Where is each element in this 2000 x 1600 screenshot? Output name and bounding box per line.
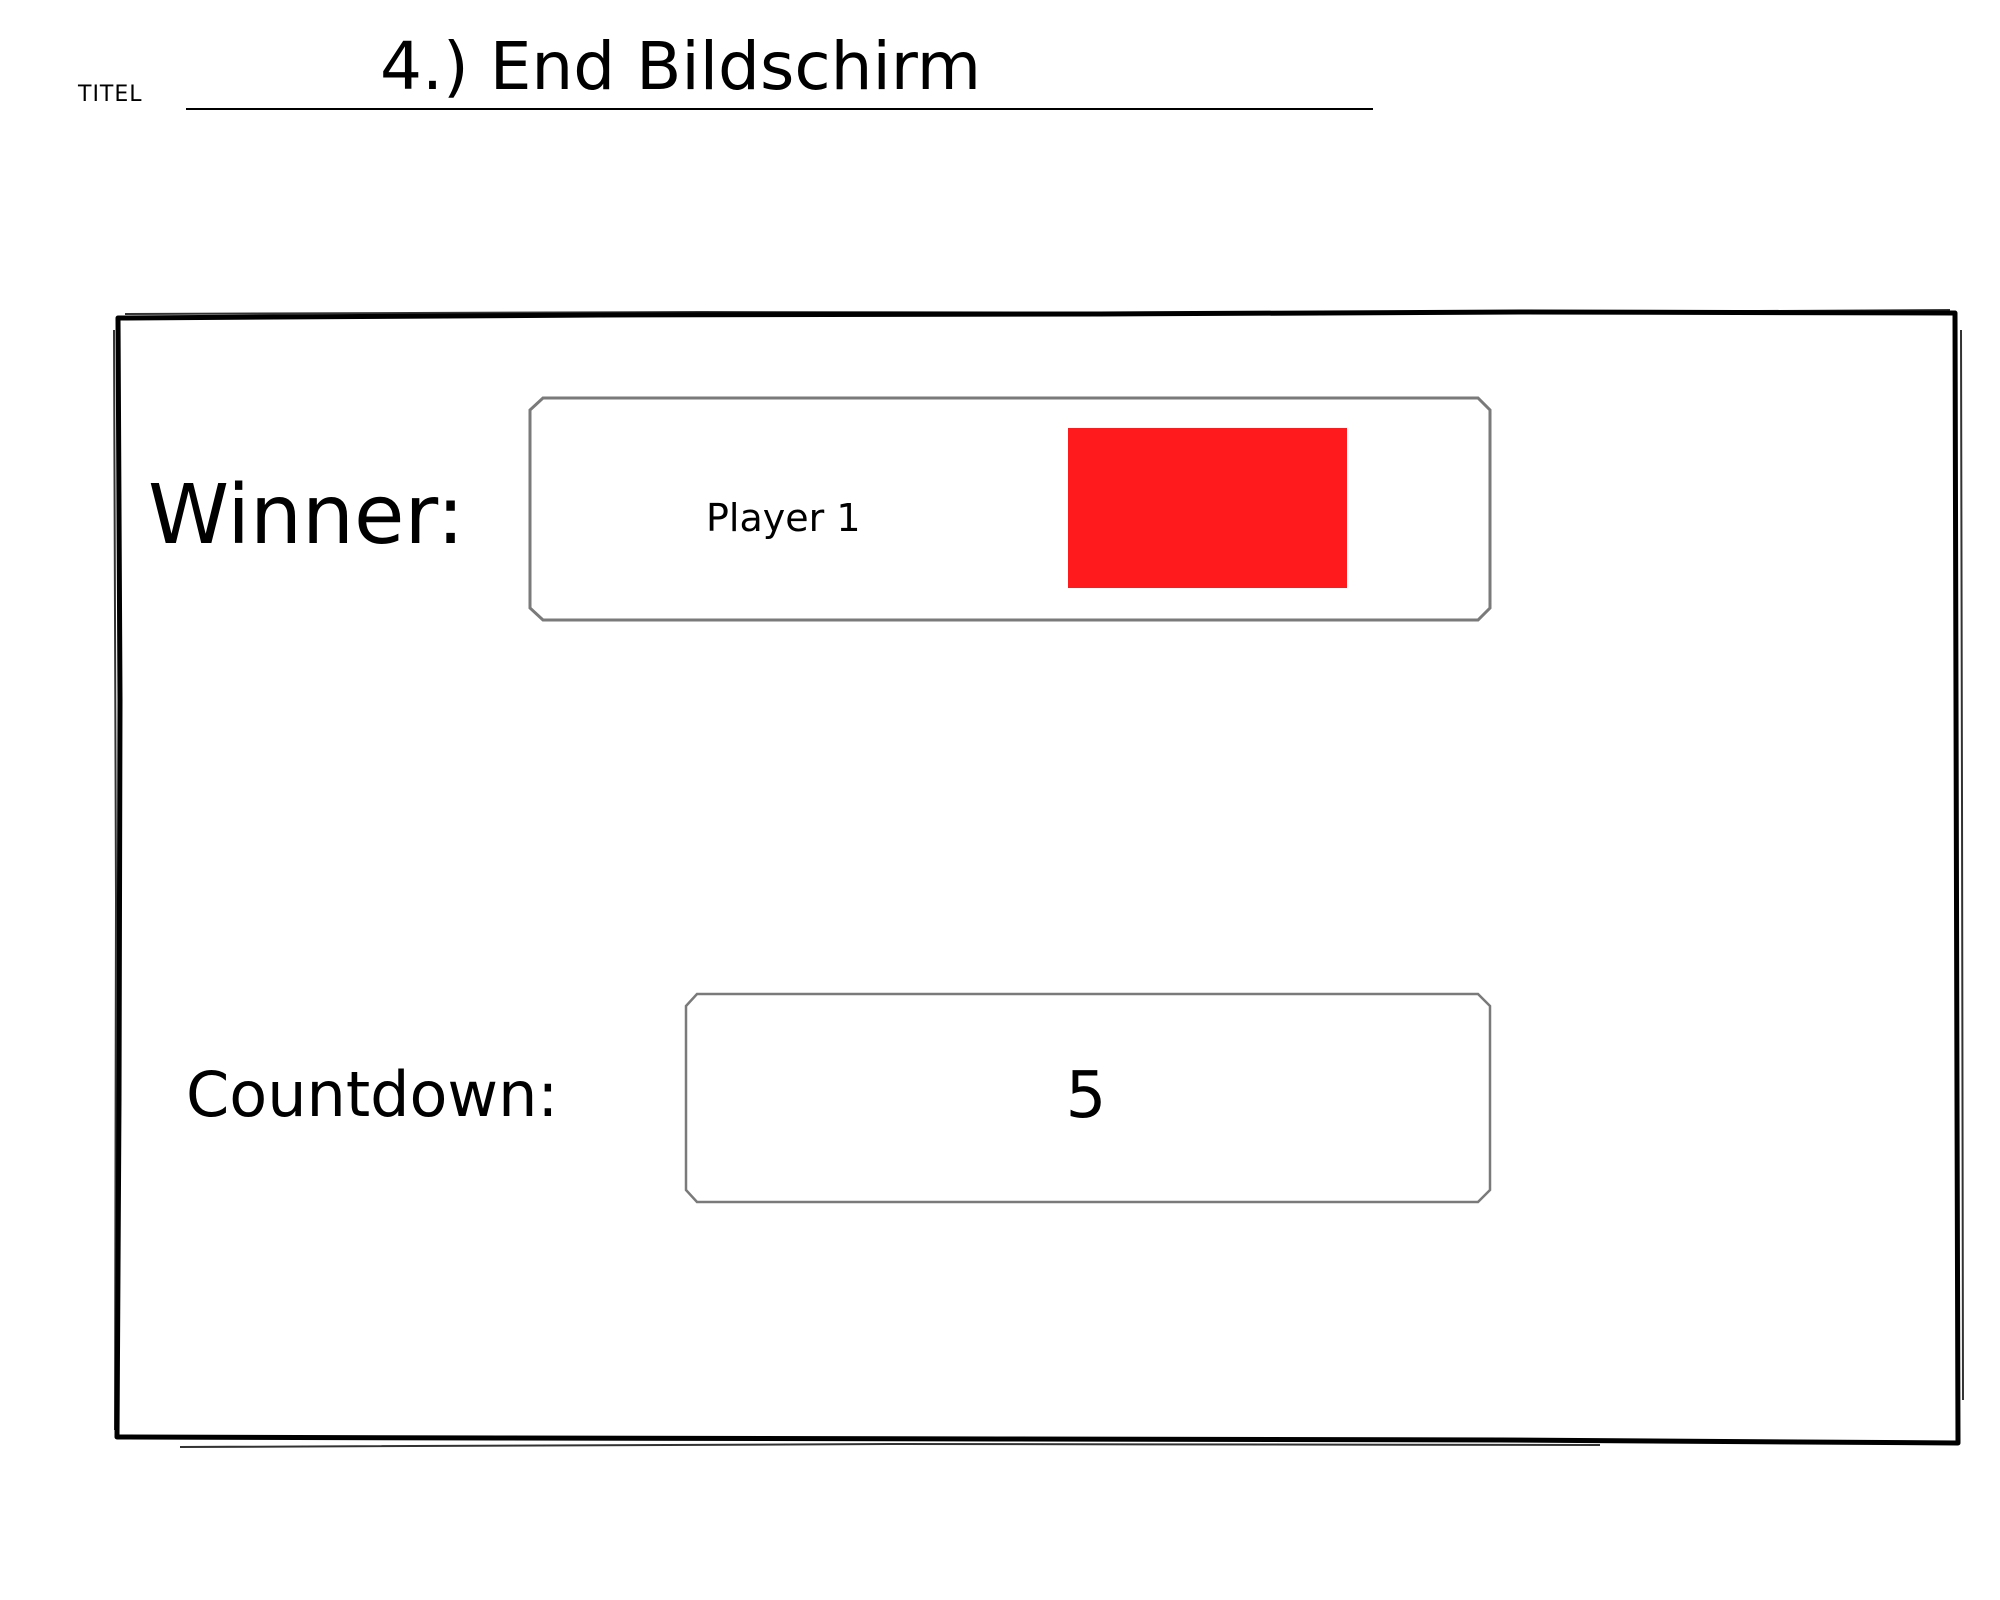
winner-color-swatch [1068, 428, 1347, 588]
winner-label: Winner: [148, 468, 465, 563]
winner-player-name: Player 1 [706, 496, 861, 540]
countdown-label: Countdown: [186, 1058, 559, 1131]
screen-frame [113, 309, 1964, 1448]
countdown-value: 5 [1065, 1059, 1107, 1133]
